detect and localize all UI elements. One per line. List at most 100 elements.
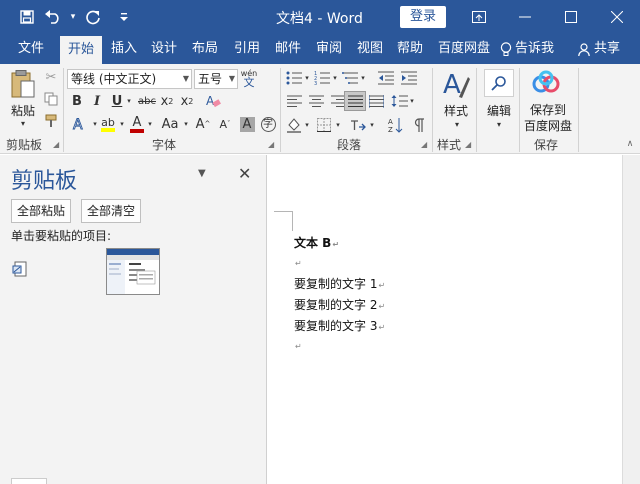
paragraph[interactable]: 文本 B↵ [294,234,339,251]
underline-icon[interactable]: U [109,92,125,110]
font-color-icon[interactable]: A [128,114,146,134]
line-spacing-icon[interactable] [389,92,409,110]
character-shading-icon[interactable]: A [238,114,256,134]
chevron-down-icon[interactable]: ▾ [331,69,339,87]
subscript-icon[interactable]: x2 [159,92,175,110]
chevron-down-icon[interactable]: ▾ [125,92,133,110]
tab-baidu-netdisk[interactable]: 百度网盘 [438,34,490,64]
borders-icon[interactable] [314,115,334,135]
login-button[interactable]: 登录 [400,6,446,28]
font-launcher-icon[interactable]: ◢ [268,140,274,149]
superscript-icon[interactable]: x2 [179,92,195,110]
close-icon[interactable]: ✕ [238,164,251,183]
chevron-down-icon[interactable]: ▾ [408,92,416,110]
numbering-icon[interactable]: 123 [312,69,332,87]
highlight-color-icon[interactable]: ab [99,114,117,134]
paragraph[interactable]: 要复制的文字 1↵ [294,275,385,292]
collapse-ribbon-icon[interactable]: ∧ [624,138,636,150]
editing-label[interactable]: 编辑 [482,102,516,119]
font-name-combo[interactable]: 等线 (中文正文) ▼ [67,69,192,89]
font-size-combo[interactable]: 五号 ▼ [194,69,238,89]
chevron-down-icon[interactable]: ▾ [492,119,506,129]
format-painter-icon[interactable] [42,112,60,130]
paste-dropdown-icon[interactable]: ▾ [16,118,30,128]
chevron-down-icon[interactable]: ▾ [118,114,126,134]
multilevel-list-icon[interactable] [340,69,360,87]
sort-icon[interactable]: AZ [386,115,406,135]
tab-review[interactable]: 审阅 [316,34,342,64]
clipboard-item-thumbnail[interactable] [106,248,160,295]
undo-icon[interactable] [40,0,66,34]
tell-me-search[interactable]: 告诉我 [500,34,554,64]
paragraph[interactable]: ↵ [294,338,302,352]
phonetic-guide-button[interactable]: wén 文 [240,67,258,89]
tab-view[interactable]: 视图 [357,34,383,64]
save-to-baidu-label-1[interactable]: 保存到 [522,101,574,118]
align-center-icon[interactable] [306,92,326,110]
chevron-down-icon[interactable]: ▾ [368,115,376,135]
tab-references[interactable]: 引用 [234,34,260,64]
chevron-down-icon[interactable]: ▾ [91,114,99,134]
customize-qat-icon[interactable] [112,0,136,34]
text-effects-icon[interactable]: A [69,114,91,134]
tab-mailings[interactable]: 邮件 [275,34,301,64]
redo-icon[interactable] [80,0,106,34]
document-page[interactable]: 文本 B↵ ↵ 要复制的文字 1↵ 要复制的文字 2↵ 要复制的文字 3↵ ↵ [268,155,622,484]
paragraph-launcher-icon[interactable]: ◢ [421,140,427,149]
chevron-down-icon[interactable]: ▾ [359,69,367,87]
change-case-icon[interactable]: Aa [158,114,182,134]
share-button[interactable]: 共享 [578,34,620,64]
chevron-down-icon[interactable]: ▾ [334,115,342,135]
ribbon-display-icon[interactable] [456,0,502,34]
chevron-down-icon[interactable]: ▾ [450,119,464,129]
save-icon[interactable] [14,0,40,34]
tab-home[interactable]: 开始 [60,36,102,64]
paste-all-button[interactable]: 全部粘贴 [11,199,72,223]
align-left-icon[interactable] [284,92,304,110]
styles-launcher-icon[interactable]: ◢ [465,140,471,149]
clipboard-launcher-icon[interactable]: ◢ [53,140,59,149]
styles-label[interactable]: 样式 [438,102,474,119]
shrink-font-icon[interactable]: Aˇ [216,114,234,134]
strikethrough-icon[interactable]: abc [136,92,158,110]
increase-indent-icon[interactable] [399,69,419,87]
maximize-icon[interactable] [548,0,594,34]
baidu-netdisk-icon[interactable] [530,69,562,97]
paragraph[interactable]: 要复制的文字 2↵ [294,296,385,313]
vertical-scrollbar[interactable] [622,155,640,484]
tab-file[interactable]: 文件 [18,34,44,64]
search-icon[interactable] [484,69,514,97]
close-icon[interactable] [594,0,640,34]
minimize-icon[interactable] [502,0,548,34]
enclose-characters-icon[interactable]: 字 [259,114,277,134]
styles-icon[interactable]: A [441,68,471,100]
show-formatting-marks-icon[interactable] [409,115,429,135]
decrease-indent-icon[interactable] [376,69,396,87]
undo-dropdown-icon[interactable]: ▾ [66,0,80,34]
paste-icon[interactable] [8,68,38,100]
chinese-layout-icon[interactable] [348,115,368,135]
copy-icon[interactable] [42,90,60,108]
grow-font-icon[interactable]: A ^ [194,114,212,134]
paste-label[interactable]: 粘贴 [8,102,38,119]
clear-all-button[interactable]: 全部清空 [81,199,142,223]
distributed-icon[interactable] [366,92,386,110]
clear-formatting-icon[interactable]: A [204,92,222,110]
tab-layout[interactable]: 布局 [192,34,218,64]
chevron-down-icon[interactable]: ▾ [182,114,190,134]
save-to-baidu-label-2[interactable]: 百度网盘 [522,117,574,134]
tab-help[interactable]: 帮助 [397,34,423,64]
chevron-down-icon[interactable]: ▾ [303,69,311,87]
cut-icon[interactable]: ✂ [42,68,60,86]
tab-insert[interactable]: 插入 [111,34,137,64]
chevron-down-icon[interactable]: ▾ [303,115,311,135]
bullets-icon[interactable] [284,69,304,87]
justify-icon[interactable] [344,91,366,111]
italic-icon[interactable]: I [89,92,105,110]
paragraph[interactable]: ↵ [294,255,302,269]
tab-design[interactable]: 设计 [151,34,177,64]
chevron-down-icon[interactable]: ▾ [146,114,154,134]
paragraph[interactable]: 要复制的文字 3↵ [294,317,385,334]
pane-options-icon[interactable]: ▼ [198,168,206,179]
shading-icon[interactable] [284,115,304,135]
